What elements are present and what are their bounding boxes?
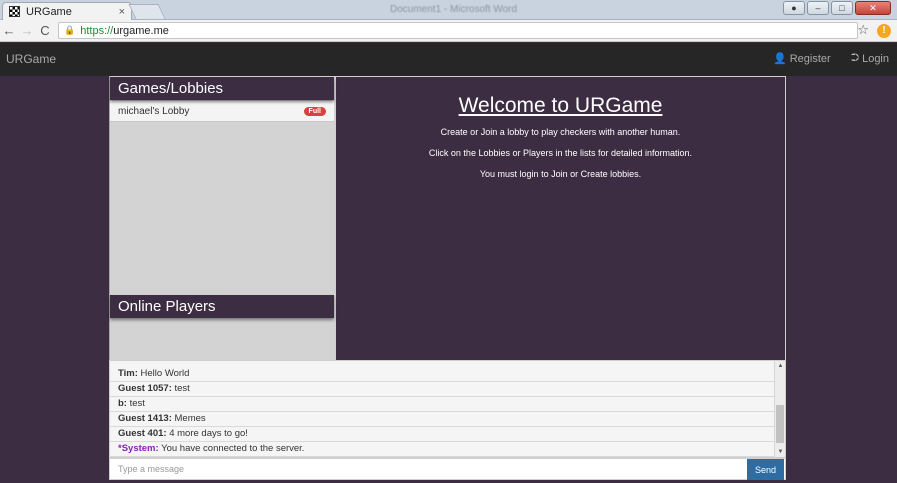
url-scheme: https:// <box>80 24 114 37</box>
user-icon[interactable]: ● <box>783 1 805 15</box>
chat-message-system: *System: You have connected to the serve… <box>110 442 774 457</box>
lobby-item[interactable]: michael's Lobby Full <box>110 101 334 122</box>
chat-author: *System: <box>118 443 159 454</box>
window-title: Document1 - Microsoft Word <box>390 4 518 15</box>
browser-tabbar: URGame × Document1 - Microsoft Word ● – … <box>0 0 897 20</box>
tab-close-icon[interactable]: × <box>119 6 125 18</box>
chat-text: You have connected to the server. <box>158 443 305 454</box>
lock-icon: 🔒 <box>64 25 76 35</box>
close-window-button[interactable]: ✕ <box>855 1 891 15</box>
welcome-instruction: You must login to Join or Create lobbies… <box>479 169 642 179</box>
reload-icon[interactable]: C <box>36 23 54 38</box>
welcome-title: Welcome to URGame <box>458 94 663 117</box>
games-lobbies-header: Games/Lobbies <box>110 77 334 100</box>
extension-alert-icon[interactable]: ! <box>877 24 891 38</box>
bookmark-star-icon[interactable]: ☆ <box>857 22 869 38</box>
minimize-button[interactable]: – <box>807 1 829 15</box>
chat-message-input[interactable] <box>110 459 748 479</box>
register-link[interactable]: 👤 Register <box>773 52 831 66</box>
chat-message: Guest 1413: Memes <box>110 412 774 427</box>
chat-text: 4 more days to go! <box>166 428 248 439</box>
chat-message: Guest 401: 4 more days to go! <box>110 427 774 442</box>
scroll-down-icon[interactable]: ▼ <box>775 447 785 457</box>
chat-text: test <box>126 398 145 409</box>
window-controls: ● – □ ✕ <box>783 1 891 15</box>
browser-tab[interactable]: URGame × <box>2 2 132 20</box>
chat-message: Guest 1057: test <box>110 382 774 397</box>
send-button[interactable]: Send <box>747 459 784 480</box>
chat-scrollbar[interactable]: ▲ ▼ <box>774 361 785 457</box>
register-label: Register <box>789 52 831 65</box>
tab-title: URGame <box>26 5 72 18</box>
login-icon: ⮊ <box>850 52 860 64</box>
chat-text: test <box>171 383 190 394</box>
scroll-thumb[interactable] <box>776 405 784 443</box>
chat-author: Guest 1413: <box>118 413 172 424</box>
chat-message: Tim: Hello World <box>110 367 774 382</box>
url-field[interactable]: 🔒 https:// urgame.me <box>58 22 858 39</box>
left-sidebar: Games/Lobbies michael's Lobby Full Onlin… <box>109 76 335 360</box>
app-navbar: URGame 👤 Register ⮊ Login <box>0 43 897 76</box>
welcome-panel: Welcome to URGame Create or Join a lobby… <box>335 76 786 361</box>
lobby-name: michael's Lobby <box>118 105 190 117</box>
address-toolbar: ← → C 🔒 https:// urgame.me <box>0 20 897 42</box>
chat-author: b: <box>118 398 127 409</box>
chat-input-row: Send <box>109 458 786 480</box>
forward-icon[interactable]: → <box>18 23 36 38</box>
new-tab-button[interactable] <box>128 4 166 19</box>
chat-log[interactable]: Tim: Hello World Guest 1057: test b: tes… <box>109 360 786 458</box>
chat-message: b: test <box>110 397 774 412</box>
lobby-list: michael's Lobby Full <box>110 101 334 122</box>
login-link[interactable]: ⮊ Login <box>851 52 889 65</box>
maximize-button[interactable]: □ <box>831 1 853 15</box>
scroll-up-icon[interactable]: ▲ <box>775 361 785 371</box>
brand-link[interactable]: URGame <box>6 52 56 66</box>
chat-author: Guest 1057: <box>118 383 172 394</box>
online-players-header: Online Players <box>110 295 334 318</box>
back-icon[interactable]: ← <box>0 23 18 38</box>
checkerboard-favicon-icon <box>9 6 20 17</box>
user-icon: 👤 <box>773 53 787 65</box>
lobby-status-badge: Full <box>303 106 326 116</box>
welcome-instruction: Create or Join a lobby to play checkers … <box>440 127 681 137</box>
chat-text: Hello World <box>137 368 190 379</box>
chat-author: Tim: <box>118 368 138 379</box>
login-label: Login <box>862 52 889 65</box>
url-host: urgame.me <box>113 24 169 37</box>
chat-text: Memes <box>171 413 206 424</box>
welcome-instruction: Click on the Lobbies or Players in the l… <box>428 148 693 158</box>
chat-author: Guest 401: <box>118 428 167 439</box>
nav-right: 👤 Register ⮊ Login <box>773 52 889 65</box>
